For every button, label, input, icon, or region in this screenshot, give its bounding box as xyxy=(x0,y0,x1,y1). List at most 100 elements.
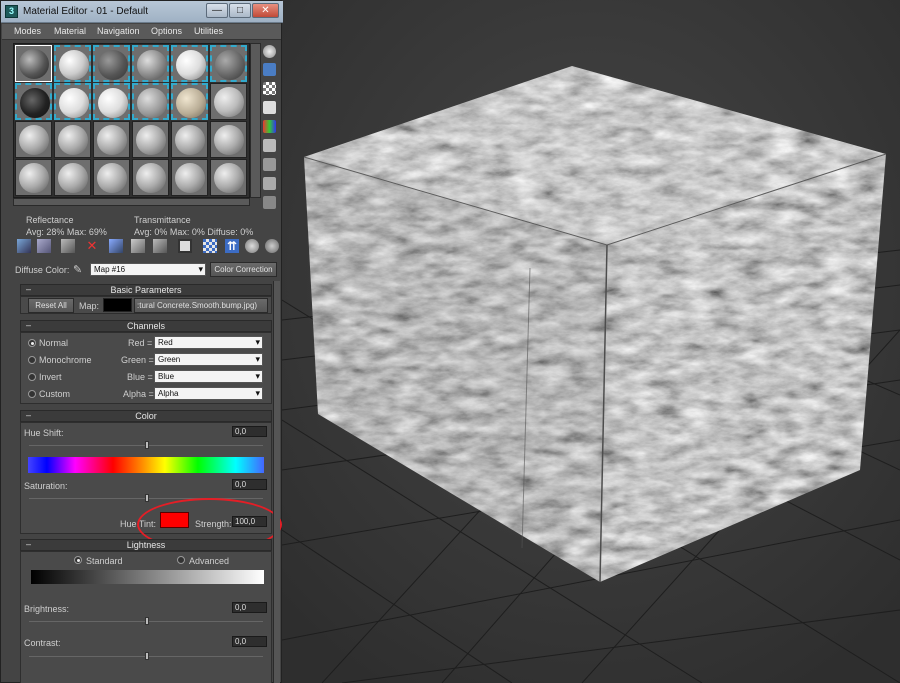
background-icon[interactable] xyxy=(263,82,276,95)
hue-shift-spinner[interactable]: 0,0 xyxy=(232,426,267,437)
close-button[interactable]: ✕ xyxy=(252,3,279,18)
sample-slot[interactable] xyxy=(15,159,52,196)
advanced-label: Advanced xyxy=(189,556,230,566)
hue-shift-knob[interactable] xyxy=(145,441,149,449)
options-icon[interactable] xyxy=(263,158,276,171)
maximize-button[interactable]: □ xyxy=(229,3,251,18)
radio-advanced[interactable] xyxy=(177,556,185,564)
channels-title: Channels xyxy=(126,321,166,331)
sample-type-icon[interactable] xyxy=(263,45,276,58)
assign-material-icon[interactable] xyxy=(61,239,75,253)
show-map-icon[interactable] xyxy=(178,239,192,253)
sample-slot[interactable] xyxy=(15,83,52,120)
radio-normal[interactable] xyxy=(28,339,36,347)
eyedropper-icon[interactable]: ✎ xyxy=(73,263,82,276)
blue-channel-select[interactable]: Blue xyxy=(154,370,263,383)
put-material-icon[interactable] xyxy=(37,239,51,253)
reset-all-button[interactable]: Reset All xyxy=(28,298,74,313)
sample-slot[interactable] xyxy=(15,121,52,158)
sample-slot[interactable] xyxy=(132,83,169,120)
standard-label: Standard xyxy=(86,556,123,566)
show-end-result-icon[interactable] xyxy=(265,239,279,253)
menu-modes[interactable]: Modes xyxy=(14,26,41,36)
go-forward-to-sibling-icon[interactable] xyxy=(245,239,259,253)
basic-parameters-rollout-header[interactable]: – Basic Parameters xyxy=(20,284,272,296)
blue-channel-label: Blue = xyxy=(127,372,153,382)
map-swatch[interactable] xyxy=(103,298,132,312)
material-toolbar: ✕ ⇈ xyxy=(15,239,280,255)
invert-label: Invert xyxy=(39,372,62,382)
saturation-knob[interactable] xyxy=(145,494,149,502)
normal-label: Normal xyxy=(39,338,69,348)
show-shaded-icon[interactable] xyxy=(203,239,217,253)
red-channel-select[interactable]: Red xyxy=(154,336,263,349)
sample-slot[interactable] xyxy=(132,45,169,82)
sample-slot[interactable] xyxy=(93,83,130,120)
sample-slot[interactable] xyxy=(54,83,91,120)
put-to-library-icon[interactable] xyxy=(131,239,145,253)
sample-slot[interactable] xyxy=(54,121,91,158)
menu-options[interactable]: Options xyxy=(151,26,182,36)
sample-slot[interactable] xyxy=(210,159,247,196)
sample-slot[interactable] xyxy=(210,83,247,120)
viewport-3d[interactable] xyxy=(282,0,900,683)
slots-vertical-scrollbar[interactable] xyxy=(250,43,261,198)
sample-slot[interactable] xyxy=(210,45,247,82)
select-by-material-icon[interactable] xyxy=(263,177,276,190)
window-title: Material Editor - 01 - Default xyxy=(23,6,149,17)
hue-shift-label: Hue Shift: xyxy=(24,428,64,438)
map-file-button[interactable]: :tural Concrete.Smooth.bump.jpg) xyxy=(134,298,268,313)
radio-monochrome[interactable] xyxy=(28,356,36,364)
sample-slot[interactable] xyxy=(171,121,208,158)
app-icon: 3 xyxy=(5,5,18,18)
contrast-spinner[interactable]: 0,0 xyxy=(232,636,267,647)
parameters-scrollbar[interactable] xyxy=(273,281,280,683)
menu-navigation[interactable]: Navigation xyxy=(97,26,140,36)
material-id-icon[interactable] xyxy=(153,239,167,253)
menu-bar: Modes Material Navigation Options Utilit… xyxy=(2,24,281,40)
radio-standard[interactable] xyxy=(74,556,82,564)
map-name-field[interactable]: Map #16 xyxy=(90,263,206,276)
sample-slot[interactable] xyxy=(54,45,91,82)
radio-invert[interactable] xyxy=(28,373,36,381)
sample-uv-tiling-icon[interactable] xyxy=(263,101,276,114)
green-channel-select[interactable]: Green xyxy=(154,353,263,366)
saturation-spinner[interactable]: 0,0 xyxy=(232,479,267,490)
sample-slot[interactable] xyxy=(54,159,91,196)
brightness-knob[interactable] xyxy=(145,617,149,625)
alpha-channel-select[interactable]: Alpha xyxy=(154,387,263,400)
channels-rollout-header[interactable]: – Channels xyxy=(20,320,272,332)
title-bar[interactable]: 3 Material Editor - 01 - Default — □ ✕ xyxy=(1,1,283,23)
get-material-icon[interactable] xyxy=(17,239,31,253)
color-title: Color xyxy=(135,411,157,421)
sample-slot[interactable] xyxy=(93,121,130,158)
sample-slot[interactable] xyxy=(132,121,169,158)
make-preview-icon[interactable] xyxy=(263,139,276,152)
minimize-button[interactable]: — xyxy=(206,3,228,18)
go-to-parent-icon[interactable]: ⇈ xyxy=(225,239,239,253)
slots-horizontal-scrollbar[interactable] xyxy=(13,198,250,206)
backlight-icon[interactable] xyxy=(263,63,276,76)
menu-utilities[interactable]: Utilities xyxy=(194,26,223,36)
video-color-check-icon[interactable] xyxy=(263,120,276,133)
reset-map-icon[interactable]: ✕ xyxy=(85,239,99,253)
sample-slot[interactable] xyxy=(132,159,169,196)
sample-slot[interactable] xyxy=(15,45,52,82)
sample-slot[interactable] xyxy=(93,159,130,196)
color-correction-button[interactable]: Color Correction xyxy=(210,262,277,277)
sample-slot[interactable] xyxy=(171,83,208,120)
radio-custom[interactable] xyxy=(28,390,36,398)
sample-slot[interactable] xyxy=(171,159,208,196)
viewport-scene xyxy=(282,0,900,683)
sample-slot[interactable] xyxy=(171,45,208,82)
sample-slot[interactable] xyxy=(93,45,130,82)
make-unique-icon[interactable] xyxy=(109,239,123,253)
color-rollout-header[interactable]: – Color xyxy=(20,410,272,422)
material-map-navigator-icon[interactable] xyxy=(263,196,276,209)
contrast-knob[interactable] xyxy=(145,652,149,660)
sample-slot[interactable] xyxy=(210,121,247,158)
lightness-rollout-header[interactable]: – Lightness xyxy=(20,539,272,551)
red-channel-label: Red = xyxy=(128,338,153,348)
menu-material[interactable]: Material xyxy=(54,26,86,36)
brightness-spinner[interactable]: 0,0 xyxy=(232,602,267,613)
